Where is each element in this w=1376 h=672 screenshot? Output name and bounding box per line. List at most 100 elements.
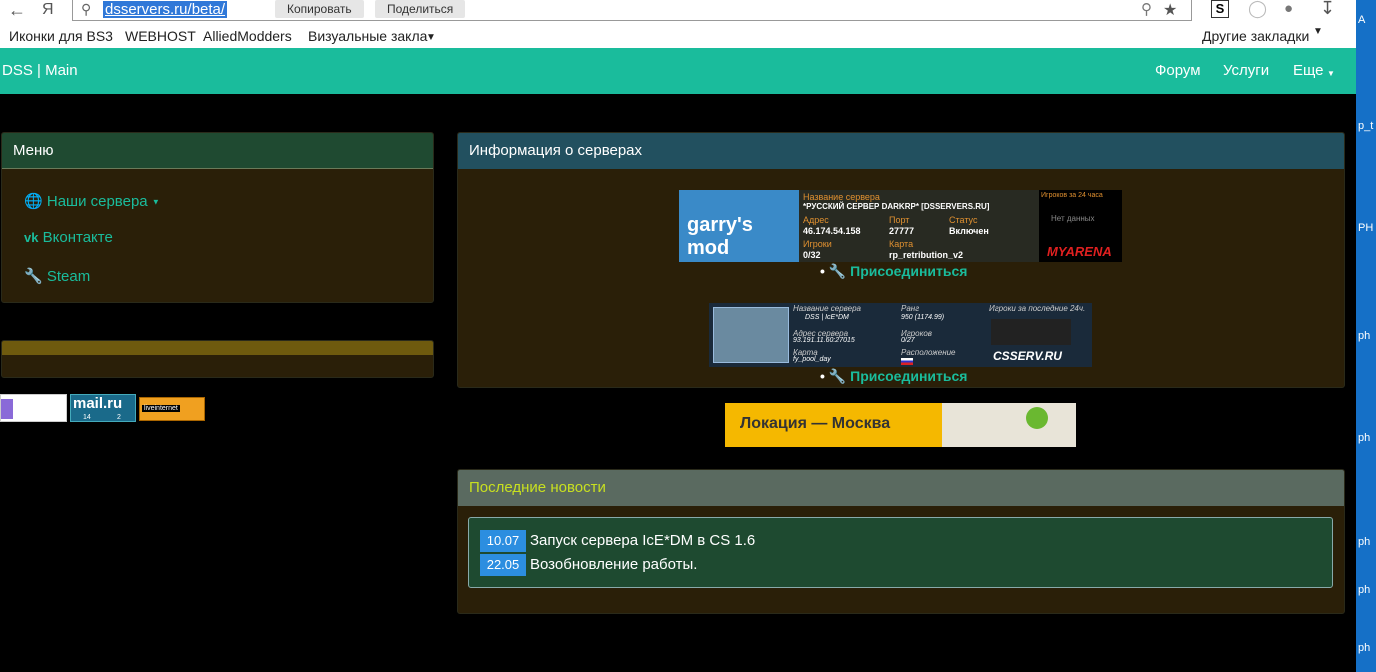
- join-label: Присоединиться: [850, 263, 968, 279]
- shield-icon[interactable]: ◯: [1248, 0, 1267, 19]
- back-arrow-icon[interactable]: ←: [8, 0, 26, 20]
- steam-icon: 🔧: [24, 268, 43, 285]
- server1-join-link[interactable]: • 🔧 Присоединиться: [820, 263, 967, 280]
- bullet: •: [820, 263, 825, 279]
- csserv-logo: CSSERV.RU: [993, 349, 1062, 363]
- server1-banner[interactable]: garry's mod Название сервера *РУССКИЙ СЕ…: [679, 190, 1122, 262]
- steam-icon: 🔧: [828, 368, 847, 384]
- chevron-down-icon[interactable]: ▼: [426, 32, 436, 43]
- caret-down-icon: ▼: [151, 197, 160, 207]
- mailru-count-b: 2: [117, 414, 121, 421]
- menu-item-label: Наши сервера: [46, 193, 148, 210]
- server2-players: 0/27: [901, 337, 915, 344]
- other-bookmarks[interactable]: Другие закладки: [1202, 28, 1309, 44]
- nav-forum[interactable]: Форум: [1155, 62, 1201, 79]
- server1-name: *РУССКИЙ СЕРВЕР DARKRP* [DSSERVERS.RU]: [803, 202, 990, 211]
- search-icon: ⚲: [81, 1, 92, 17]
- location-banner[interactable]: Локация — Москва: [725, 403, 1076, 447]
- servers-title: Информация о серверах: [458, 133, 1344, 169]
- address-bar[interactable]: ⚲ dsservers.ru/beta/ Копировать Поделить…: [72, 0, 1192, 21]
- star-icon[interactable]: ★: [1163, 0, 1177, 20]
- bullet: •: [820, 368, 825, 384]
- gmod-logo: garry's mod: [679, 190, 799, 262]
- server2-banner[interactable]: Название сервера DSS | IcE*DM Адрес серв…: [709, 303, 1092, 367]
- myarena-logo: MYARENA: [1047, 244, 1112, 259]
- user-icon[interactable]: ●: [1284, 0, 1293, 17]
- server2-map: fy_pool_day: [793, 356, 831, 363]
- steam-icon: 🔧: [828, 263, 847, 279]
- bookmark-visual[interactable]: Визуальные закла: [308, 28, 427, 44]
- nav-more[interactable]: Еще: [1293, 62, 1324, 79]
- news-title: Последние новости: [458, 470, 1344, 506]
- metrika-bars-icon: [1, 399, 13, 419]
- url-text[interactable]: dsservers.ru/beta/: [103, 1, 228, 18]
- server2-rank: 950 (1174.99): [901, 314, 945, 321]
- news-date-badge: 10.07: [480, 530, 526, 552]
- server1-no-data: Нет данных: [1051, 214, 1095, 223]
- news-text: Запуск сервера IcE*DM в CS 1.6: [530, 532, 756, 549]
- yandex-metrika-counter[interactable]: [0, 394, 67, 422]
- site-brand[interactable]: DSS | Main: [2, 62, 78, 79]
- bookmark-alliedmodders[interactable]: AlliedModders: [203, 28, 292, 44]
- bookmark-webhost[interactable]: WEBHOST: [125, 28, 196, 44]
- menu-title: Меню: [2, 133, 433, 169]
- join-label: Присоединиться: [850, 368, 968, 384]
- mailru-logo: mail.ru: [73, 395, 123, 412]
- nav-services[interactable]: Услуги: [1223, 62, 1269, 79]
- server1-addr: 46.174.54.158: [803, 226, 861, 236]
- menu-item-label: Steam: [46, 268, 91, 285]
- news-list: 10.07 Запуск сервера IcE*DM в CS 1.6 22.…: [468, 517, 1333, 588]
- desktop-icons-strip: А p_t PH ph ph ph ph ph: [1356, 0, 1376, 672]
- globe-icon: 🌐: [24, 193, 43, 210]
- caret-down-icon: ▼: [1327, 69, 1335, 78]
- server1-name-label: Название сервера: [803, 192, 880, 202]
- menu-item-vk[interactable]: vk Вконтакте: [24, 229, 113, 246]
- desktop-icon-label[interactable]: ph: [1358, 584, 1376, 596]
- mailru-count-a: 14: [83, 414, 91, 421]
- server2-name: DSS | IcE*DM: [805, 314, 849, 321]
- share-button[interactable]: Поделиться: [375, 0, 466, 18]
- server1-map: rp_retribution_v2: [889, 250, 964, 260]
- map-thumbnail: [942, 403, 1076, 447]
- download-icon[interactable]: ↧: [1320, 0, 1335, 19]
- liveinternet-counter[interactable]: liveinternet: [139, 397, 205, 421]
- bookmarks-bar: Иконки для BS3 WEBHOST AlliedModders Виз…: [0, 22, 1356, 48]
- location-text: Локация — Москва: [740, 415, 891, 432]
- chevron-down-icon[interactable]: ▼: [1313, 26, 1323, 37]
- desktop-icon-label[interactable]: ph: [1358, 536, 1376, 548]
- menu-item-steam[interactable]: 🔧 Steam: [24, 267, 90, 285]
- liveinternet-logo: liveinternet: [142, 405, 180, 412]
- extension-s-icon[interactable]: S: [1211, 0, 1229, 18]
- russia-flag-icon: [901, 358, 913, 365]
- map-pin-icon: [1026, 407, 1048, 429]
- desktop-icon-label[interactable]: PH: [1358, 222, 1376, 234]
- zoom-icon[interactable]: ⚲: [1141, 0, 1152, 18]
- server1-players: 0/32: [803, 250, 821, 260]
- server2-addr: 93.191.11.60:27015: [793, 337, 855, 344]
- bookmark-bs3[interactable]: Иконки для BS3: [9, 28, 113, 44]
- map-thumbnail: [713, 307, 789, 363]
- vk-icon: vk: [24, 230, 39, 245]
- desktop-icon-label[interactable]: А: [1358, 14, 1376, 26]
- news-date-badge: 22.05: [480, 554, 526, 576]
- desktop-icon-label[interactable]: ph: [1358, 432, 1376, 444]
- server2-graph-label: Игроки за последние 24ч.: [989, 304, 1086, 313]
- site-navbar: DSS | Main Форум Услуги Еще ▼: [0, 48, 1356, 94]
- yandex-logo[interactable]: Я: [42, 0, 54, 20]
- empty-panel: [1, 340, 434, 378]
- server1-port: 27777: [889, 226, 915, 236]
- desktop-icon-label[interactable]: ph: [1358, 642, 1376, 654]
- copy-button[interactable]: Копировать: [275, 0, 364, 18]
- mailru-counter[interactable]: mail.ru 14 2: [70, 394, 136, 422]
- menu-panel: Меню 🌐 Наши сервера ▼ vk Вконтакте 🔧 Ste…: [1, 132, 434, 303]
- server2-join-link[interactable]: • 🔧 Присоединиться: [820, 368, 967, 385]
- desktop-icon-label[interactable]: ph: [1358, 330, 1376, 342]
- news-text: Возобновление работы.: [530, 556, 698, 573]
- menu-item-label: Вконтакте: [42, 229, 113, 246]
- server1-status: Включен: [949, 226, 989, 236]
- players-graph: [991, 319, 1071, 345]
- desktop-icon-label[interactable]: p_t: [1358, 120, 1376, 132]
- empty-panel-header: [2, 341, 433, 355]
- server1-graph-label: Игроков за 24 часа: [1041, 192, 1103, 199]
- menu-item-servers[interactable]: 🌐 Наши сервера ▼: [24, 192, 160, 210]
